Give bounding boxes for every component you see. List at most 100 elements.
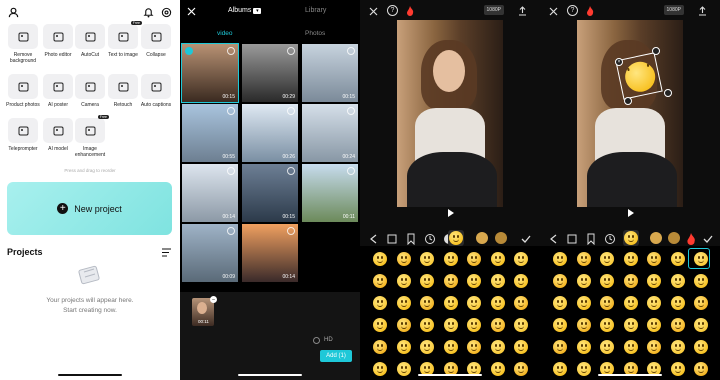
media-thumbnail[interactable]: 00:55 (182, 104, 238, 162)
emoji-sticker[interactable] (670, 252, 685, 266)
emoji-sticker[interactable] (576, 318, 591, 332)
emoji-sticker[interactable] (670, 362, 685, 376)
sticker-scale-icon[interactable] (664, 89, 672, 97)
hd-radio[interactable] (313, 337, 320, 344)
emoji-sticker[interactable] (396, 340, 411, 354)
crop-icon[interactable] (566, 232, 578, 244)
emoji-sticker[interactable] (553, 340, 567, 354)
tab-library[interactable]: Library (305, 7, 326, 14)
video-preview[interactable] (577, 20, 683, 207)
help-icon[interactable]: ? (567, 5, 578, 16)
emoji-sticker[interactable] (490, 340, 505, 354)
emoji-sticker[interactable] (420, 318, 434, 332)
emoji-sticker[interactable] (647, 252, 661, 266)
sticker-category-icon[interactable] (650, 232, 662, 244)
emoji-sticker[interactable] (373, 362, 387, 376)
tool-photo-editor[interactable]: Photo editor (41, 24, 75, 58)
emoji-sticker[interactable] (514, 274, 528, 288)
emoji-sticker[interactable] (443, 274, 458, 288)
emoji-sticker[interactable] (694, 274, 708, 288)
check-icon[interactable] (702, 232, 714, 244)
emoji-sticker[interactable] (467, 318, 481, 332)
emoji-sticker[interactable] (373, 296, 387, 310)
sticker-delete-icon[interactable]: × (615, 58, 623, 66)
sticker-back-icon[interactable] (368, 232, 380, 244)
emoji-sticker[interactable] (670, 296, 685, 310)
resolution-dropdown[interactable]: 1080P (483, 5, 504, 15)
emoji-sticker[interactable] (553, 318, 567, 332)
new-project-button[interactable]: + New project (7, 182, 172, 235)
emoji-sticker[interactable] (373, 274, 387, 288)
emoji-sticker[interactable] (490, 296, 505, 310)
emoji-sticker[interactable] (623, 340, 638, 354)
media-thumbnail[interactable]: 00:15 (181, 43, 239, 103)
tool-product-photos[interactable]: Product photos (6, 74, 40, 108)
sticker-rotate-icon[interactable] (652, 47, 660, 55)
select-circle[interactable] (287, 227, 295, 235)
emoji-sticker[interactable] (490, 318, 505, 332)
sticker-category-icon[interactable] (476, 232, 488, 244)
close-icon[interactable] (548, 6, 558, 16)
emoji-sticker[interactable] (694, 362, 708, 376)
select-circle[interactable] (227, 107, 235, 115)
emoji-sticker[interactable] (623, 252, 638, 266)
emoji-sticker[interactable] (514, 252, 528, 266)
play-icon[interactable] (448, 209, 454, 217)
select-circle[interactable] (287, 167, 295, 175)
emoji-sticker[interactable] (623, 296, 638, 310)
emoji-sticker[interactable] (576, 362, 591, 376)
video-preview[interactable] (397, 20, 503, 207)
select-circle[interactable] (287, 47, 295, 55)
media-thumbnail[interactable]: 00:26 (242, 104, 298, 162)
emoji-sticker[interactable] (623, 318, 638, 332)
bell-icon[interactable] (142, 6, 154, 18)
emoji-sticker[interactable] (600, 252, 614, 266)
tool-ai-model[interactable]: AI model (41, 118, 75, 152)
tool-auto-captions[interactable]: Auto captions (139, 74, 173, 108)
emoji-sticker[interactable] (373, 318, 387, 332)
emoji-sticker[interactable] (490, 274, 505, 288)
fire-category-icon[interactable] (686, 232, 698, 245)
emoji-sticker[interactable] (420, 274, 434, 288)
add-button[interactable]: Add (1) (320, 350, 352, 362)
emoji-sticker[interactable] (467, 252, 481, 266)
check-icon[interactable] (520, 232, 532, 244)
sticker-back-icon[interactable] (548, 232, 560, 244)
emoji-sticker[interactable] (647, 274, 661, 288)
select-circle[interactable] (347, 47, 355, 55)
sticker-category-icon[interactable] (495, 232, 507, 244)
emoji-sticker[interactable] (490, 252, 505, 266)
media-thumbnail[interactable]: 00:24 (302, 104, 358, 162)
emoji-sticker[interactable] (670, 274, 685, 288)
media-thumbnail[interactable]: 00:15 (242, 164, 298, 222)
tool-collapse[interactable]: Collapse (139, 24, 173, 58)
media-thumbnail[interactable]: 00:29 (242, 44, 298, 102)
tool-text-to-image[interactable]: Free Text to image (106, 21, 142, 58)
emoji-sticker[interactable] (514, 362, 528, 376)
emoji-sticker[interactable] (396, 318, 411, 332)
albums-dropdown[interactable]: Albums ▾ (228, 7, 262, 14)
tab-emoji[interactable] (448, 230, 464, 246)
close-icon[interactable] (368, 6, 378, 16)
tab-video[interactable]: video (217, 30, 233, 37)
media-thumbnail[interactable]: 00:14 (242, 224, 298, 282)
emoji-sticker[interactable] (670, 318, 685, 332)
emoji-sticker[interactable] (514, 296, 528, 310)
emoji-sticker[interactable] (694, 340, 708, 354)
export-icon[interactable] (517, 5, 527, 16)
tool-retouch[interactable]: Retouch (106, 74, 140, 108)
select-circle[interactable] (227, 227, 235, 235)
emoji-sticker[interactable] (396, 252, 411, 266)
media-thumbnail[interactable]: 00:09 (182, 224, 238, 282)
bookmark-icon[interactable] (585, 232, 597, 246)
emoji-sticker[interactable] (443, 318, 458, 332)
tool-camera[interactable]: Camera (73, 74, 107, 108)
emoji-sticker[interactable] (514, 318, 528, 332)
sticker-copy-icon[interactable] (624, 97, 632, 105)
media-thumbnail[interactable]: 00:14 (182, 164, 238, 222)
clock-icon[interactable] (604, 232, 616, 244)
fire-icon[interactable] (405, 5, 414, 16)
emoji-sticker[interactable] (600, 274, 614, 288)
emoji-sticker[interactable] (647, 318, 661, 332)
emoji-sticker[interactable] (576, 252, 591, 266)
